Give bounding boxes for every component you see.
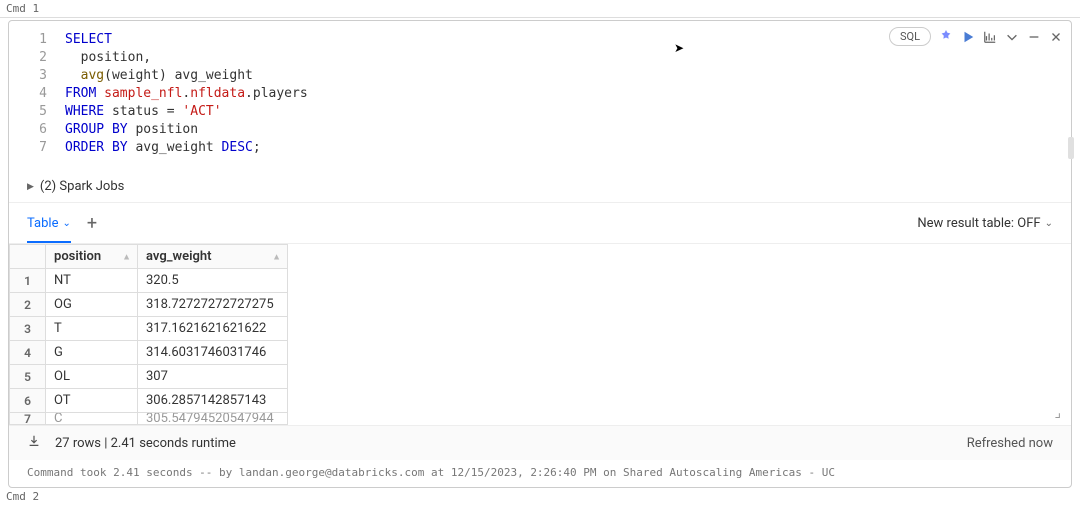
cell-avg-weight: 306.2857142857143 <box>138 389 288 413</box>
result-table-wrap: position▲ avg_weight▲ 1NT320.52OG318.727… <box>9 244 1071 425</box>
result-tabs-row: Table ⌄ + New result table: OFF ⌄ <box>9 202 1071 244</box>
rownum-header[interactable] <box>10 245 46 269</box>
result-table: position▲ avg_weight▲ 1NT320.52OG318.727… <box>9 244 288 425</box>
result-toggle-label: New result table: OFF <box>917 216 1040 231</box>
chevron-down-icon[interactable]: ⌄ <box>62 218 70 229</box>
cell-position: OT <box>46 389 138 413</box>
resize-corner-icon[interactable]: ⌟ <box>1054 405 1061 421</box>
result-footer: 27 rows | 2.41 seconds runtime Refreshed… <box>9 425 1071 460</box>
row-number: 5 <box>10 365 46 389</box>
triangle-right-icon: ▶ <box>27 182 34 192</box>
result-table-toggle[interactable]: New result table: OFF ⌄ <box>917 216 1053 231</box>
table-row[interactable]: 2OG318.72727272727275 <box>10 293 288 317</box>
row-count-label: 27 rows | 2.41 seconds runtime <box>55 436 236 451</box>
cell-position: NT <box>46 269 138 293</box>
table-row[interactable]: 3T317.1621621621622 <box>10 317 288 341</box>
cell-avg-weight: 318.72727272727275 <box>138 293 288 317</box>
add-tab-button[interactable]: + <box>87 213 97 234</box>
spark-jobs-label: (2) Spark Jobs <box>40 179 124 194</box>
cell-label-bottom: Cmd 2 <box>0 488 1080 505</box>
run-icon[interactable] <box>961 30 975 44</box>
line-number: 1 <box>9 31 65 49</box>
cell-position: G <box>46 341 138 365</box>
cell-position: T <box>46 317 138 341</box>
notebook-cell: ➤ SQL 1SELECT 2 position, 3 avg(weight) … <box>8 20 1072 488</box>
cell-avg-weight: 307 <box>138 365 288 389</box>
chevron-down-icon[interactable] <box>1005 30 1019 44</box>
line-number: 4 <box>9 85 65 103</box>
line-number: 5 <box>9 103 65 121</box>
mouse-cursor-icon: ➤ <box>674 41 684 55</box>
row-number: 6 <box>10 389 46 413</box>
col-label: position <box>54 249 101 264</box>
row-number: 1 <box>10 269 46 293</box>
minimize-icon[interactable] <box>1027 30 1041 44</box>
cell-toolbar: SQL <box>889 27 1063 46</box>
close-icon[interactable] <box>1049 30 1063 44</box>
line-number: 3 <box>9 67 65 85</box>
chevron-down-icon: ⌄ <box>1045 218 1053 229</box>
sort-icon[interactable]: ▲ <box>272 251 281 262</box>
cell-position: OL <box>46 365 138 389</box>
language-badge[interactable]: SQL <box>889 27 931 46</box>
chart-icon[interactable] <box>983 30 997 44</box>
refreshed-label: Refreshed now <box>967 436 1053 451</box>
row-number: 3 <box>10 317 46 341</box>
spark-jobs-toggle[interactable]: ▶ (2) Spark Jobs <box>9 171 1071 202</box>
table-row[interactable]: 5OL307 <box>10 365 288 389</box>
download-icon[interactable] <box>27 434 41 452</box>
table-row-truncated: 7C305.54794520547944 <box>10 413 288 425</box>
cell-avg-weight: 320.5 <box>138 269 288 293</box>
table-row[interactable]: 6OT306.2857142857143 <box>10 389 288 413</box>
assist-icon[interactable] <box>939 30 953 44</box>
line-number: 2 <box>9 49 65 67</box>
line-number: 6 <box>9 121 65 139</box>
table-row[interactable]: 4G314.6031746031746 <box>10 341 288 365</box>
cell-label-top: Cmd 1 <box>0 0 1080 18</box>
table-row[interactable]: 1NT320.5 <box>10 269 288 293</box>
tab-label: Table <box>27 216 58 231</box>
command-meta: Command took 2.41 seconds -- by landan.g… <box>9 460 1071 487</box>
row-number: 4 <box>10 341 46 365</box>
col-header-avg-weight[interactable]: avg_weight ▲ <box>138 245 288 269</box>
col-header-position[interactable]: position ▲ <box>46 245 138 269</box>
sort-icon[interactable]: ▲ <box>122 251 131 262</box>
tab-table[interactable]: Table ⌄ <box>27 205 71 242</box>
resize-handle[interactable] <box>1068 137 1074 159</box>
line-number: 7 <box>9 139 65 157</box>
col-label: avg_weight <box>146 249 212 264</box>
cell-avg-weight: 317.1621621621622 <box>138 317 288 341</box>
row-number: 2 <box>10 293 46 317</box>
cell-avg-weight: 314.6031746031746 <box>138 341 288 365</box>
cell-position: OG <box>46 293 138 317</box>
